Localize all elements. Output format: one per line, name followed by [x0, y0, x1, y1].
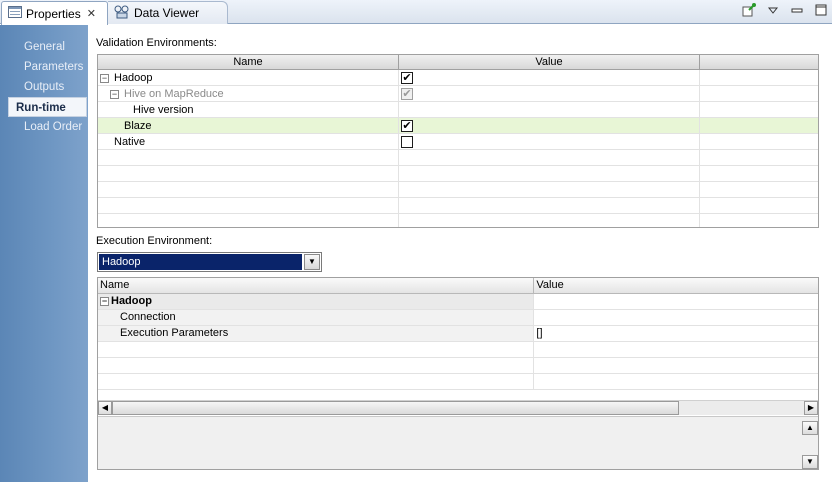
param-name: Execution Parameters	[98, 326, 535, 341]
view-toolbar	[742, 3, 828, 17]
sidebar-item-run-time[interactable]: Run-time	[8, 97, 87, 117]
scroll-right-icon[interactable]: ▶	[804, 401, 818, 415]
collapse-icon[interactable]: −	[100, 73, 109, 83]
properties-icon	[8, 6, 22, 21]
dropdown-arrow-icon[interactable]: ▼	[304, 254, 320, 270]
table-row-group[interactable]: − Hadoop	[98, 294, 818, 310]
execution-environment-label: Execution Environment:	[96, 235, 213, 247]
table-row[interactable]: Blaze ✔	[98, 118, 818, 134]
env-name: Blaze	[124, 120, 152, 132]
pin-icon[interactable]	[742, 3, 756, 17]
scrollbar-thumb[interactable]	[112, 401, 679, 415]
sidebar-item-outputs[interactable]: Outputs	[8, 77, 88, 97]
group-label: Hadoop	[111, 295, 152, 307]
scroll-left-icon[interactable]: ◀	[98, 401, 112, 415]
hive-on-mapreduce-checkbox: ✔	[401, 88, 413, 100]
env-name: Hadoop	[114, 72, 153, 84]
scrollbar-track[interactable]	[679, 401, 804, 415]
execution-environment-select[interactable]: Hadoop ▼	[97, 252, 322, 272]
collapse-icon[interactable]: −	[100, 296, 109, 306]
table-row[interactable]: Connection	[98, 310, 818, 326]
table-row-empty	[98, 374, 818, 390]
collapse-icon[interactable]: −	[110, 89, 119, 99]
detail-area: ▲ ▼	[98, 416, 818, 469]
env-name: Native	[114, 136, 146, 148]
column-header-value[interactable]: Value	[399, 55, 700, 69]
sidebar: General Parameters Outputs Run-time Load…	[0, 25, 88, 482]
view-menu-icon[interactable]	[766, 3, 780, 17]
tab-data-viewer[interactable]: Data Viewer	[108, 1, 228, 24]
execution-parameters-table: Name Value − Hadoop Connection Execution …	[97, 277, 819, 470]
horizontal-scrollbar[interactable]: ◀ ▶	[98, 400, 818, 415]
minimize-icon[interactable]	[790, 3, 804, 17]
selected-value: Hadoop	[99, 254, 302, 270]
data-viewer-icon	[114, 5, 130, 22]
env-name: Hive version	[133, 104, 194, 116]
env-name: Hive on MapReduce	[124, 88, 224, 100]
table-row-empty	[98, 150, 818, 166]
view-tab-bar: Properties ✕ Data Viewer	[0, 0, 832, 25]
maximize-icon[interactable]	[814, 3, 828, 17]
table-row-empty	[98, 198, 818, 214]
tab-label: Properties	[26, 6, 81, 21]
table-header: Name Value	[98, 55, 818, 70]
param-name: Connection	[98, 310, 535, 325]
table-row-empty	[98, 182, 818, 198]
table-row[interactable]: − Hive on MapReduce ✔	[98, 86, 818, 102]
param-value[interactable]	[534, 310, 818, 325]
table-header: Name Value	[98, 278, 818, 294]
scroll-down-icon[interactable]: ▼	[802, 455, 818, 469]
param-value[interactable]: []	[534, 326, 818, 341]
hadoop-checkbox[interactable]: ✔	[401, 72, 413, 84]
column-header-name[interactable]: Name	[98, 278, 535, 293]
native-checkbox[interactable]	[401, 136, 413, 148]
table-row[interactable]: Native	[98, 134, 818, 150]
table-row-empty	[98, 214, 818, 227]
table-row[interactable]: − Hadoop ✔	[98, 70, 818, 86]
table-row-empty	[98, 358, 818, 374]
validation-environments-label: Validation Environments:	[96, 37, 217, 49]
validation-environments-table: Name Value − Hadoop ✔ − Hive on MapReduce …	[97, 54, 819, 228]
blaze-checkbox[interactable]: ✔	[401, 120, 413, 132]
tab-label: Data Viewer	[134, 6, 200, 20]
table-row[interactable]: Hive version	[98, 102, 818, 118]
column-header-filler	[700, 55, 818, 69]
column-header-name[interactable]: Name	[98, 55, 399, 69]
close-icon[interactable]: ✕	[87, 7, 96, 20]
sidebar-item-parameters[interactable]: Parameters	[8, 57, 88, 77]
column-header-value[interactable]: Value	[534, 278, 818, 293]
sidebar-item-general[interactable]: General	[8, 37, 88, 57]
sidebar-item-load-order[interactable]: Load Order	[8, 117, 88, 137]
table-row-empty	[98, 166, 818, 182]
vertical-scrollbar[interactable]: ▲ ▼	[802, 421, 818, 469]
run-time-panel: Validation Environments: Name Value − Had…	[88, 25, 832, 482]
tab-properties[interactable]: Properties ✕	[1, 1, 108, 25]
scroll-up-icon[interactable]: ▲	[802, 421, 818, 435]
table-row-empty	[98, 342, 818, 358]
table-row[interactable]: Execution Parameters []	[98, 326, 818, 342]
